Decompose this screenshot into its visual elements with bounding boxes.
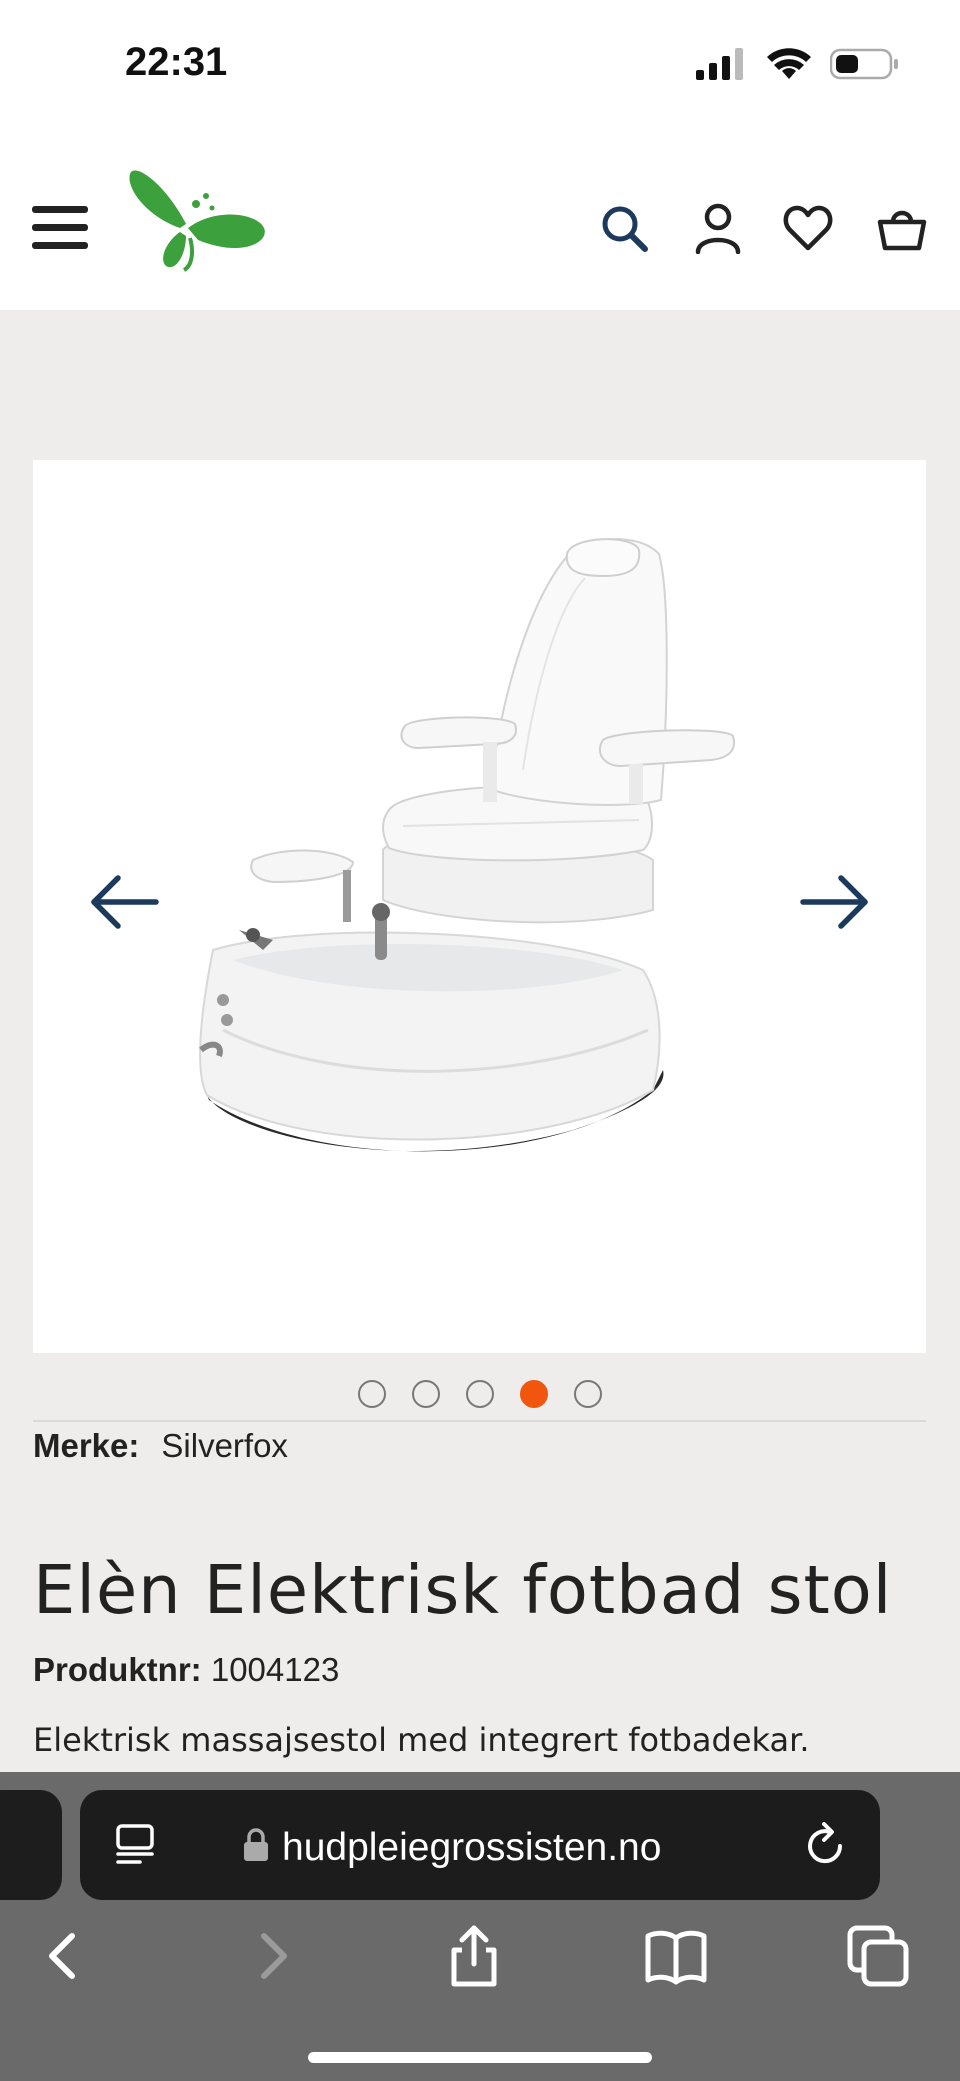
forward-icon[interactable] <box>240 1924 304 1988</box>
search-icon[interactable] <box>598 202 650 254</box>
url-text[interactable]: hudpleiegrossisten.no <box>282 1826 661 1870</box>
product-image-pedicure-chair <box>199 538 735 1152</box>
site-header <box>0 130 960 310</box>
battery-icon <box>830 48 898 80</box>
gallery-pagination-dots <box>0 1380 960 1410</box>
reload-icon[interactable] <box>804 1822 848 1868</box>
lock-icon <box>244 1828 268 1861</box>
status-bar: 22:31 <box>0 0 960 130</box>
gallery-dot[interactable] <box>466 1380 494 1408</box>
bookmarks-icon[interactable] <box>644 1924 708 1988</box>
product-number-value: 1004123 <box>210 1651 340 1688</box>
menu-icon[interactable] <box>32 206 88 250</box>
product-image-gallery[interactable] <box>33 460 926 1353</box>
product-title: Elèn Elektrisk fotbad stol <box>33 1551 893 1629</box>
brand-row: Merke: Silverfox <box>33 1428 288 1464</box>
share-icon[interactable] <box>442 1924 506 1988</box>
page-menu-icon[interactable] <box>114 1824 156 1868</box>
status-time: 22:31 <box>125 40 228 84</box>
product-number-label: Produktnr: <box>33 1651 202 1688</box>
next-image-arrow-icon[interactable] <box>799 872 871 932</box>
address-bar[interactable]: hudpleiegrossisten.no <box>80 1790 880 1900</box>
gallery-dot[interactable] <box>574 1380 602 1408</box>
previous-image-arrow-icon[interactable] <box>88 872 160 932</box>
cart-icon[interactable] <box>876 202 928 254</box>
gallery-dot-active[interactable] <box>520 1380 548 1408</box>
browser-toolbar: hudpleiegrossisten.no <box>0 1772 960 2081</box>
home-indicator <box>308 2052 652 2063</box>
gallery-dot[interactable] <box>358 1380 386 1408</box>
wifi-icon <box>767 48 811 79</box>
gallery-dot[interactable] <box>412 1380 440 1408</box>
divider <box>33 1420 926 1422</box>
brand-label: Merke: <box>33 1427 140 1464</box>
product-description: Elektrisk massajsestol med integrert fot… <box>33 1721 810 1759</box>
wishlist-icon[interactable] <box>782 202 834 254</box>
previous-tab-preview[interactable] <box>0 1790 62 1900</box>
product-number: Produktnr: 1004123 <box>33 1652 339 1688</box>
cellular-signal-icon <box>696 48 743 80</box>
brand-value-link[interactable]: Silverfox <box>161 1427 288 1464</box>
butterfly-logo[interactable] <box>124 162 266 274</box>
tabs-icon[interactable] <box>846 1924 910 1988</box>
account-icon[interactable] <box>692 202 744 254</box>
status-icons <box>696 44 900 84</box>
back-icon[interactable] <box>32 1924 96 1988</box>
